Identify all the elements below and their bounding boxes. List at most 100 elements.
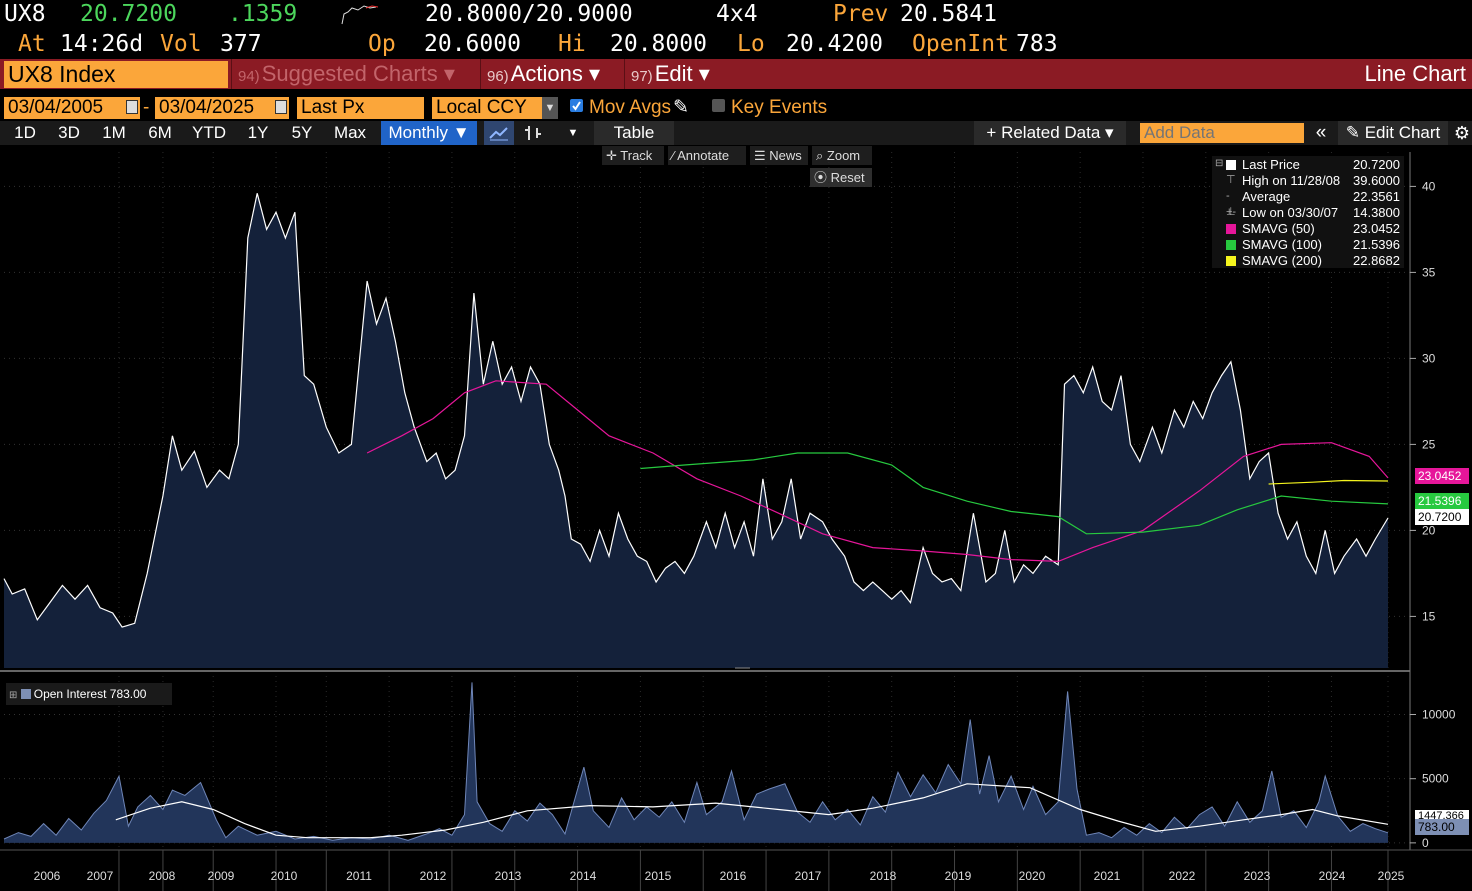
sma100-price-tag: 21.5396 [1415,493,1469,509]
checkbox-checked-icon[interactable] [570,99,583,113]
bar-chart-icon[interactable] [518,121,548,145]
x-tick-label: 2016 [720,869,747,883]
x-tick-label: 2006 [34,869,61,883]
start-date-field[interactable]: 03/04/2005 [4,97,140,119]
ticker: UX8 [4,1,46,27]
related-data-button[interactable]: + Related Data ▾ [974,121,1126,145]
last-price-tag: 20.7200 [1415,509,1469,525]
period-max[interactable]: Max [324,121,376,145]
legend-value: 22.8682 [1353,253,1400,268]
chart-style-dropdown[interactable]: ▼ [562,121,584,145]
swatch-sma50 [1226,224,1236,234]
period-3d[interactable]: 3D [48,121,90,145]
checkbox-icon[interactable] [712,99,725,113]
y-tick-label: 40 [1422,179,1436,193]
news-button[interactable]: ☰ News [750,146,808,165]
swatch-sma100 [1226,240,1236,250]
legend-collapse-icon[interactable]: ⊞ [9,690,17,701]
legend-label: High on 11/28/08 [1242,173,1341,188]
y-tick-label: 35 [1422,265,1436,279]
key-events-toggle[interactable]: Key Events [712,97,827,119]
x-tick-label: 2021 [1094,869,1121,883]
oi-last-tag: 783.00 [1415,819,1469,835]
legend-value: 22.3561 [1353,189,1400,204]
y-tick-label: 0 [1422,836,1429,850]
reset-button[interactable]: ⦿ Reset [810,168,872,187]
x-tick-label: 2022 [1169,869,1196,883]
zoom-button[interactable]: ⌕ Zoom [812,146,872,165]
calendar-icon[interactable] [126,100,138,114]
edit-chart-label: Edit Chart [1364,123,1441,142]
x-tick-label: 2017 [795,869,822,883]
period-ytd[interactable]: YTD [184,121,234,145]
legend-label: SMAVG (100) [1242,237,1322,252]
line-chart-icon[interactable] [484,121,514,145]
vol-value: 377 [220,31,262,57]
edit-chart-button[interactable]: ✎ Edit Chart [1338,121,1448,145]
menu-label: Suggested Charts ▾ [261,61,455,86]
swatch-sma200 [1226,256,1236,266]
last-price: 20.7200 [80,1,177,27]
calendar-icon[interactable] [275,100,287,114]
frequency-select[interactable]: Monthly ▼ [381,121,477,145]
gear-icon[interactable]: ⚙ [1452,121,1472,145]
actions-menu[interactable]: 96)Actions ▾ [480,59,622,89]
security-field[interactable]: UX8 Index [4,61,228,88]
x-tick-label: 2018 [870,869,897,883]
period-5y[interactable]: 5Y [282,121,322,145]
pencil-icon[interactable]: ✎ [673,97,689,118]
legend-label: SMAVG (200) [1242,253,1322,268]
x-tick-label: 2015 [645,869,672,883]
x-tick-label: 2007 [87,869,114,883]
annotate-button[interactable]: ⁄ Annotate [668,146,746,165]
swatch-last [1226,160,1236,170]
sma50-price-tag: 23.0452 [1415,468,1469,484]
average-marker-icon: -+- [1226,190,1237,218]
legend-row-sma50: SMAVG (50) 23.0452 [1212,221,1404,237]
menu-label: Actions ▾ [510,61,600,86]
legend-label: Last Price [1242,157,1300,172]
edit-menu[interactable]: 97)Edit ▾ [624,59,730,89]
news-icon: ☰ [754,148,770,163]
x-tick-label: 2013 [495,869,522,883]
y-tick-label: 20 [1422,523,1436,537]
legend-label: SMAVG (50) [1242,221,1315,236]
chart-type-label: Line Chart [1364,61,1466,86]
legend-value: 14.3800 [1353,205,1400,220]
y-tick-label: 15 [1422,609,1436,623]
legend-label: Low on 03/30/07 [1242,205,1339,220]
field-select[interactable]: Last Px [297,97,424,119]
track-label: Track [620,148,653,163]
suggested-charts-menu[interactable]: 94)Suggested Charts ▾ [231,59,477,89]
track-button[interactable]: ✛ Track [602,146,664,165]
sma200-line [1268,479,1389,485]
x-tick-label: 2014 [570,869,597,883]
time-label: At [18,31,46,57]
start-date-text: 03/04/2005 [8,97,104,118]
y-tick-label: 5000 [1422,772,1449,786]
legend-value: 21.5396 [1353,237,1400,252]
period-1y[interactable]: 1Y [236,121,280,145]
bid-ask: 20.8000/20.9000 [425,1,633,27]
oi-legend-label: Open Interest 783.00 [33,687,147,701]
sparkline-icon [341,5,379,25]
x-tick-label: 2008 [149,869,176,883]
add-data-input[interactable] [1140,123,1304,143]
mov-avgs-toggle[interactable]: Mov Avgs ✎ [570,97,689,119]
x-tick-label: 2012 [420,869,447,883]
legend-row-last: Last Price 20.7200 [1212,157,1404,173]
zoom-label: Zoom [826,148,861,163]
menu-number: 97) [631,68,653,85]
collapse-icon[interactable]: « [1308,121,1334,145]
end-date-text: 03/04/2025 [159,97,255,118]
end-date-field[interactable]: 03/04/2025 [155,97,289,119]
legend-value: 39.6000 [1353,173,1400,188]
price-area [4,193,1388,669]
currency-select[interactable]: Local CCY ▼ [432,97,558,119]
oi-ma-line [115,783,1389,839]
legend-label: Average [1242,189,1291,204]
table-button[interactable]: Table [594,121,674,145]
period-1m[interactable]: 1M [92,121,136,145]
period-1d[interactable]: 1D [4,121,46,145]
period-6m[interactable]: 6M [138,121,182,145]
